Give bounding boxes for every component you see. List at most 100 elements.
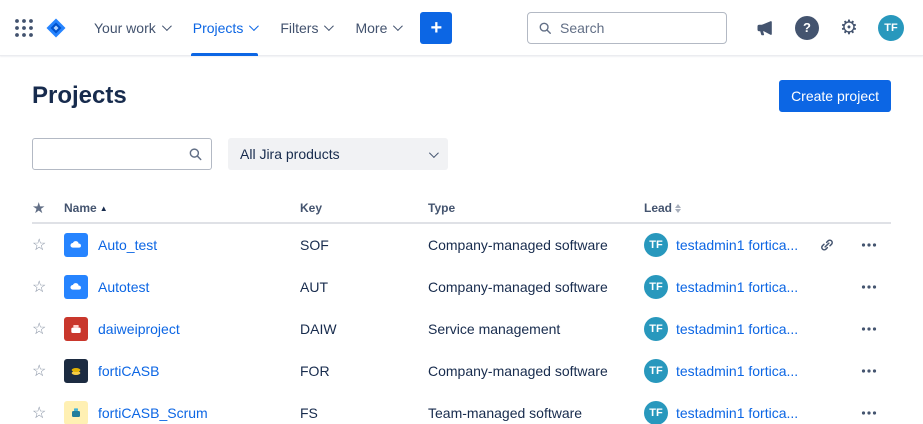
lead-link[interactable]: testadmin1 fortica... [676,321,798,337]
column-header-name[interactable]: Name ▲ [64,201,300,215]
chevron-down-icon [393,21,404,32]
column-header-lead[interactable]: Lead [644,201,813,215]
sort-ascending-icon: ▲ [99,203,108,213]
nav-item-label: More [355,19,388,36]
profile-button[interactable]: TF [875,12,907,44]
page-title: Projects [32,82,127,109]
nav-item-label: Your work [94,19,156,36]
project-avatar-icon [64,401,88,424]
table-row: ☆ fortiCASB_Scrum FS Team-managed softwa… [32,392,891,424]
project-name-cell: daiweiproject [64,317,300,341]
more-options-icon [861,327,877,331]
user-avatar: TF [878,14,904,41]
more-options-icon [861,285,877,289]
lead-avatar: TF [644,359,668,383]
nav-item-projects[interactable]: Projects [181,0,269,56]
projects-page: Projects Create project All Jira product… [0,56,923,424]
project-name-cell: Autotest [64,275,300,299]
project-filter-search[interactable] [32,138,212,170]
project-lead-cell: TF testadmin1 fortica... [644,317,813,341]
gear-icon: ⚙ [840,16,858,39]
favorite-star-icon[interactable]: ☆ [32,319,64,339]
project-avatar-icon [64,233,88,257]
settings-button[interactable]: ⚙ [833,12,865,44]
project-key: FOR [300,363,330,379]
column-header-key[interactable]: Key [300,201,428,215]
row-actions-button[interactable] [855,357,883,385]
lead-link[interactable]: testadmin1 fortica... [676,363,798,379]
plus-icon: + [430,16,443,39]
lead-avatar: TF [644,401,668,424]
filter-bar: All Jira products [32,138,891,170]
table-row: ☆ Auto_test SOF Company-managed software… [32,224,891,266]
nav-item-your-work[interactable]: Your work [82,0,181,56]
chevron-down-icon [428,147,439,158]
app-switcher-grid-icon [15,18,33,37]
help-icon: ? [795,15,819,40]
product-filter-value: All Jira products [240,146,340,162]
table-header-row: ★ Name ▲ Key Type Lead [32,194,891,224]
more-options-icon [861,369,877,373]
project-type: Company-managed software [428,363,608,379]
project-url-button[interactable] [813,231,841,259]
project-name-link[interactable]: Auto_test [98,237,157,253]
row-actions-button[interactable] [855,399,883,424]
project-key: DAIW [300,321,337,337]
link-icon [821,239,833,251]
project-type: Team-managed software [428,405,583,421]
primary-nav: Your work Projects Filters More [82,0,412,56]
sort-toggle-icon [675,203,682,213]
product-filter-dropdown[interactable]: All Jira products [228,138,448,170]
row-actions-button[interactable] [855,231,883,259]
lead-avatar: TF [644,275,668,299]
star-column-header-icon[interactable]: ★ [32,199,64,217]
project-name-link[interactable]: fortiCASB [98,363,159,379]
nav-item-more[interactable]: More [343,0,412,56]
nav-item-label: Filters [280,19,319,36]
nav-item-label: Projects [192,19,244,36]
project-name-cell: fortiCASB_Scrum [64,401,300,424]
announcement-button[interactable] [749,12,781,44]
app-switcher-button[interactable] [8,12,40,44]
top-navigation: Your work Projects Filters More + Search… [0,0,923,56]
project-type: Company-managed software [428,279,608,295]
lead-link[interactable]: testadmin1 fortica... [676,405,798,421]
lead-avatar: TF [644,317,668,341]
create-project-button[interactable]: Create project [779,80,891,112]
favorite-star-icon[interactable]: ☆ [32,403,64,423]
table-row: ☆ Autotest AUT Company-managed software … [32,266,891,308]
row-actions-button[interactable] [855,315,883,343]
project-name-link[interactable]: Autotest [98,279,149,295]
project-avatar-icon [64,317,88,341]
project-key: AUT [300,279,328,295]
chevron-down-icon [324,21,335,32]
project-type: Service management [428,321,561,337]
help-button[interactable]: ? [791,12,823,44]
row-actions-button[interactable] [855,273,883,301]
project-avatar-icon [64,275,88,299]
project-type: Company-managed software [428,237,608,253]
favorite-star-icon[interactable]: ☆ [32,277,64,297]
page-header: Projects Create project [32,80,891,112]
favorite-star-icon[interactable]: ☆ [32,361,64,381]
global-search[interactable] [527,11,727,44]
megaphone-icon [757,20,772,35]
project-name-cell: Auto_test [64,233,300,257]
jira-logo-icon [46,18,66,37]
favorite-star-icon[interactable]: ☆ [32,235,64,255]
project-name-link[interactable]: daiweiproject [98,321,180,337]
lead-link[interactable]: testadmin1 fortica... [676,279,798,295]
lead-link[interactable]: testadmin1 fortica... [676,237,798,253]
project-filter-input[interactable] [43,146,189,162]
project-name-link[interactable]: fortiCASB_Scrum [98,405,208,421]
more-options-icon [861,411,877,415]
project-avatar-icon [64,359,88,383]
jira-logo[interactable] [40,12,72,44]
chevron-down-icon [161,21,172,32]
column-header-type[interactable]: Type [428,201,644,215]
global-search-input[interactable] [560,19,716,36]
create-quick-button[interactable]: + [420,11,453,44]
project-key: FS [300,405,318,421]
nav-item-filters[interactable]: Filters [268,0,343,56]
project-lead-cell: TF testadmin1 fortica... [644,275,813,299]
